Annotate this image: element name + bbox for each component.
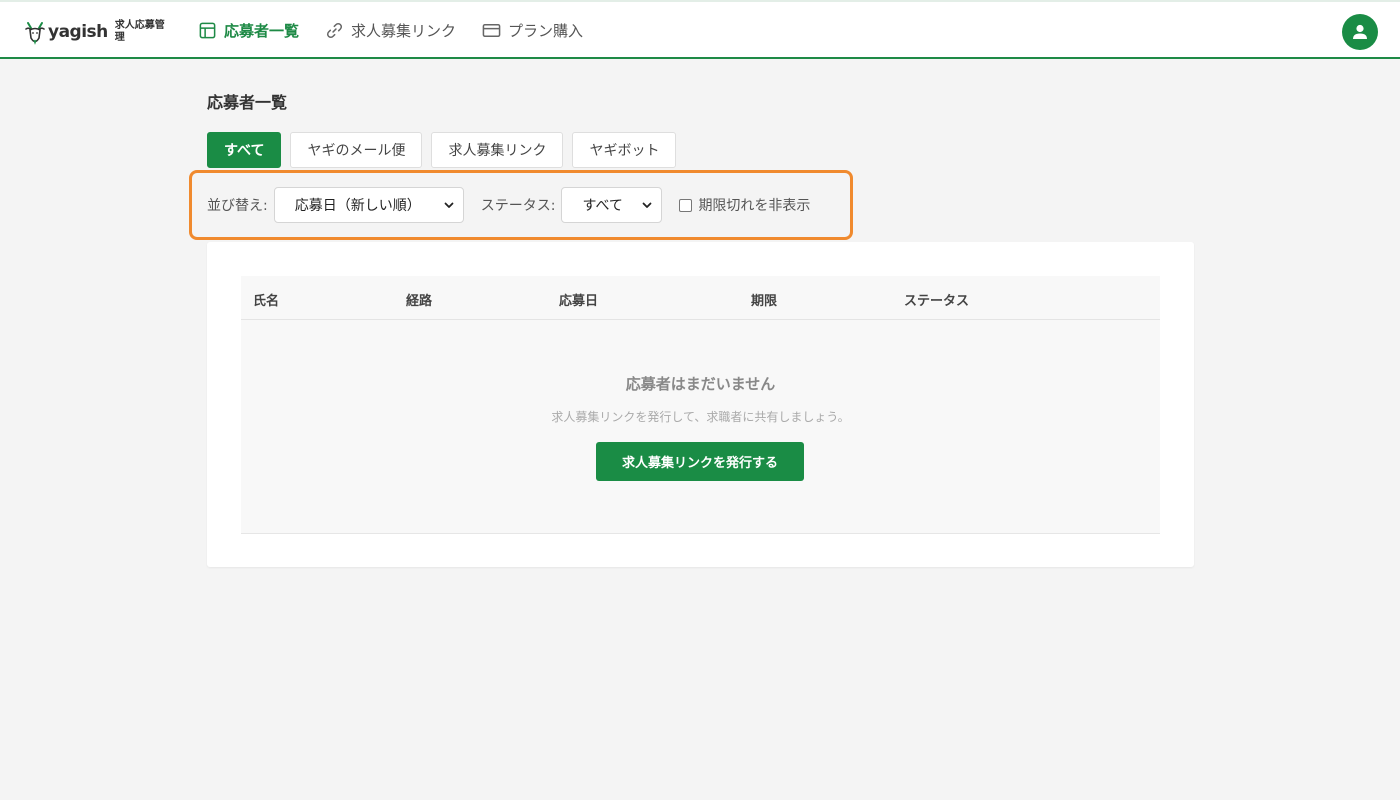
nav-item-recruit-links[interactable]: 求人募集リンク [325,20,456,41]
link-icon [326,22,343,39]
status-select-value: すべて [582,198,623,214]
empty-state-description: 求人募集リンクを発行して、求職者に共有しましょう。 [551,410,850,424]
hide-expired-checkbox[interactable] [679,198,693,212]
applicants-card: 氏名 経路 応募日 期限 ステータス 応募者はまだいません 求人募集リンクを発行… [207,242,1194,567]
top-navigation-bar: yagish 求人応募管理 応募者一覧 求人募集リンク プラン購入 [0,0,1400,59]
column-header-applied-date: 応募日 [559,294,599,309]
tab-all[interactable]: すべて [207,132,282,168]
user-avatar-button[interactable] [1342,14,1378,50]
issue-recruit-link-button[interactable]: 求人募集リンクを発行する [596,442,804,481]
sort-select[interactable]: 応募日（新しい順） [273,187,464,223]
tab-recruit-link[interactable]: 求人募集リンク [431,132,564,168]
goat-logo-icon [25,22,45,45]
hide-expired-label: 期限切れを非表示 [698,198,811,214]
table-icon [199,22,216,39]
hide-expired-option[interactable]: 期限切れを非表示 [679,195,810,215]
nav-item-plan-purchase[interactable]: プラン購入 [482,20,583,41]
user-icon [1353,24,1367,39]
table-header: 氏名 経路 応募日 期限 ステータス [241,276,1160,320]
filter-bar: 並び替え: 応募日（新しい順） ステータス: すべて 期限切れを非表示 [189,170,853,240]
nav-item-applicants[interactable]: 応募者一覧 [198,20,299,41]
status-select[interactable]: すべて [561,187,663,223]
empty-state-title: 応募者はまだいません [625,375,776,393]
chevron-down-icon [444,202,454,208]
column-header-status: ステータス [904,294,970,309]
nav-item-label: 応募者一覧 [224,22,300,40]
tab-yagi-mail[interactable]: ヤギのメール便 [290,132,423,168]
column-header-deadline: 期限 [751,294,778,309]
sort-label: 並び替え: [207,198,268,214]
yagish-logo[interactable]: yagish 求人応募管理 [24,16,165,48]
status-label: ステータス: [480,198,556,214]
source-tabs: すべて ヤギのメール便 求人募集リンク ヤギボット [207,132,677,168]
chevron-down-icon [643,202,652,208]
column-header-name: 氏名 [253,294,280,309]
nav-item-label: 求人募集リンク [351,22,457,40]
logo-subtitle: 求人応募管理 [114,20,165,43]
main-nav: 応募者一覧 求人募集リンク プラン購入 [198,2,583,59]
logo-wordmark: yagish [48,22,108,42]
page-title: 応募者一覧 [207,93,288,112]
applicants-table: 氏名 経路 応募日 期限 ステータス 応募者はまだいません 求人募集リンクを発行… [241,276,1160,534]
sort-select-value: 応募日（新しい順） [294,198,421,214]
credit-card-icon [482,24,501,37]
tab-yagi-bot[interactable]: ヤギボット [572,132,677,168]
column-header-route: 経路 [406,294,433,309]
nav-item-label: プラン購入 [508,22,584,40]
